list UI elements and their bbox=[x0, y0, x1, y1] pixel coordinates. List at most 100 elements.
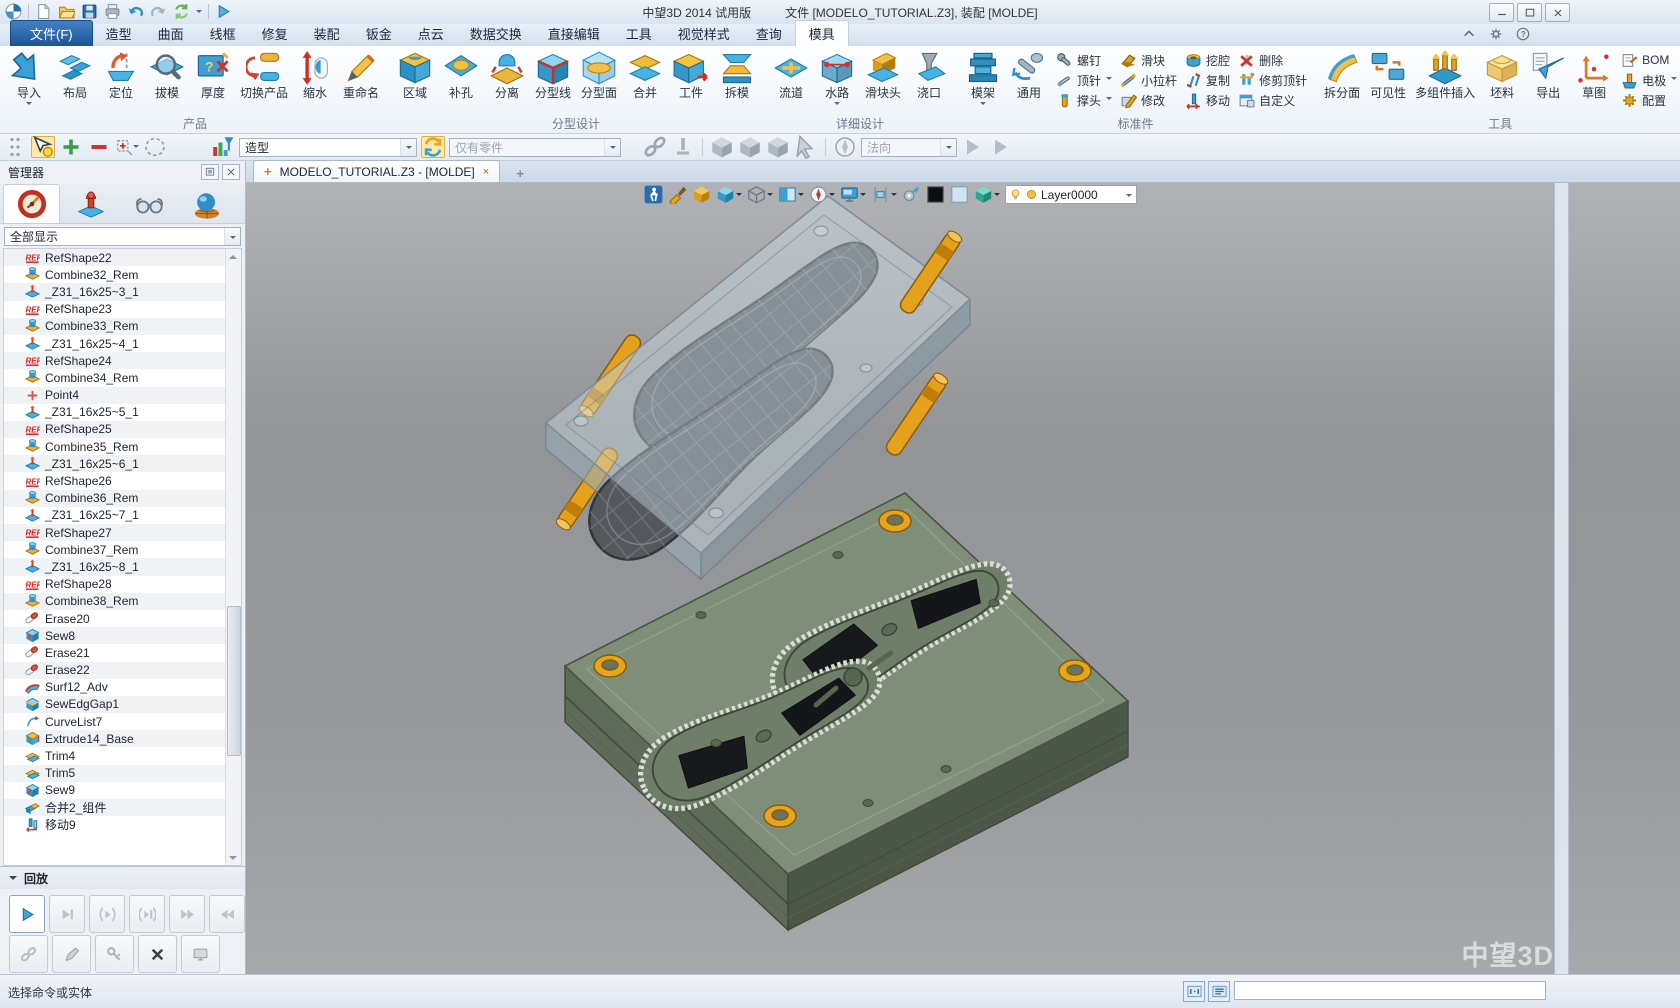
tree-item[interactable]: REFRefShape22 bbox=[4, 249, 241, 266]
tree-item[interactable]: Extrude14_Base bbox=[4, 730, 241, 747]
tree-item[interactable]: Combine37_Rem bbox=[4, 541, 241, 558]
tree-item[interactable]: Combine38_Rem bbox=[4, 593, 241, 610]
ribbon-button-config[interactable]: 配置 bbox=[1621, 91, 1677, 109]
layer-dropdown[interactable]: Layer0000 bbox=[1005, 185, 1137, 204]
open-folder-icon[interactable] bbox=[58, 3, 75, 20]
ratio-toggle[interactable] bbox=[1183, 981, 1205, 1002]
ribbon-button-split-mold[interactable]: 拆模 bbox=[714, 48, 760, 100]
ribbon-button-merge[interactable]: 合并 bbox=[622, 48, 668, 100]
tab-file[interactable]: 文件(F) bbox=[10, 20, 93, 46]
ribbon-button-parting-face[interactable]: 分型面 bbox=[576, 48, 622, 100]
ribbon-button-move[interactable]: 移动 bbox=[1185, 91, 1230, 109]
panel-close-button[interactable] bbox=[222, 164, 240, 180]
tab-曲面[interactable]: 曲面 bbox=[145, 21, 197, 46]
3d-viewport[interactable]: Layer0000 中望3D bbox=[246, 183, 1680, 975]
tree-item[interactable]: _Z31_16x25~5_1 bbox=[4, 404, 241, 421]
tab-close-icon[interactable]: × bbox=[483, 166, 489, 178]
replay-ff-button[interactable] bbox=[169, 895, 205, 933]
tree-item[interactable]: Sew8 bbox=[4, 627, 241, 644]
ribbon-button-rename[interactable]: 重命名 bbox=[338, 48, 384, 100]
ribbon-button-gate[interactable]: 浇口 bbox=[906, 48, 952, 100]
tree-item[interactable]: REFRefShape28 bbox=[4, 576, 241, 593]
ribbon-button-position[interactable]: 定位 bbox=[98, 48, 144, 100]
print-icon[interactable] bbox=[104, 3, 121, 20]
plus-button[interactable] bbox=[59, 136, 83, 158]
chain-button[interactable] bbox=[643, 136, 667, 158]
tree-item[interactable]: Trim5 bbox=[4, 765, 241, 782]
ribbon-button-support-pin[interactable]: 撑头 bbox=[1056, 91, 1112, 109]
tab-模具[interactable]: 模具 bbox=[795, 20, 849, 47]
chevron-down-icon[interactable] bbox=[196, 10, 202, 16]
cube-gray-button[interactable] bbox=[738, 136, 762, 158]
tab-线框[interactable]: 线框 bbox=[197, 21, 249, 46]
tree-item[interactable]: CurveList7 bbox=[4, 713, 241, 730]
ribbon-button-patch-hole[interactable]: 补孔 bbox=[438, 48, 484, 100]
replay-rew-button[interactable] bbox=[209, 895, 245, 933]
view-brush-button[interactable] bbox=[668, 185, 687, 204]
entity-filter-dropdown[interactable]: 造型 bbox=[239, 138, 417, 157]
lasso-button[interactable] bbox=[143, 136, 167, 158]
view-walk-button[interactable] bbox=[644, 185, 663, 204]
tab-点云[interactable]: 点云 bbox=[405, 21, 457, 46]
view-render-gear-button[interactable] bbox=[902, 185, 921, 204]
replay-step-button[interactable] bbox=[49, 895, 85, 933]
tree-item[interactable]: REFRefShape27 bbox=[4, 524, 241, 541]
arrow-gray-button[interactable] bbox=[989, 136, 1013, 158]
view-cube-gold-button[interactable] bbox=[692, 185, 711, 204]
replay-monitor-gray-button[interactable] bbox=[181, 935, 220, 973]
zw-logo-icon[interactable] bbox=[5, 3, 22, 20]
tree-item[interactable]: _Z31_16x25~7_1 bbox=[4, 507, 241, 524]
status-input[interactable] bbox=[1234, 981, 1546, 1000]
ribbon-button-switch-product[interactable]: 切换产品 bbox=[236, 48, 292, 100]
ribbon-button-visibility[interactable]: 可见性 bbox=[1365, 48, 1411, 100]
replay-play-button[interactable] bbox=[9, 895, 45, 933]
manager-tab-visual-ball[interactable] bbox=[179, 187, 234, 223]
ribbon-button-shrink[interactable]: 缩水 bbox=[292, 48, 338, 100]
ribbon-button-parting-line[interactable]: 分型线 bbox=[530, 48, 576, 100]
tab-数据交换[interactable]: 数据交换 bbox=[457, 21, 535, 46]
play-tri-icon[interactable] bbox=[215, 3, 232, 20]
ribbon-button-sketch[interactable]: 草图 bbox=[1571, 48, 1617, 100]
gear-icon[interactable] bbox=[1489, 27, 1503, 41]
tree-item[interactable]: Surf12_Adv bbox=[4, 679, 241, 696]
swap-button[interactable] bbox=[421, 136, 445, 158]
tree-item[interactable]: Sew9 bbox=[4, 782, 241, 799]
cursor-gray-button[interactable] bbox=[794, 136, 818, 158]
replay-play-paren-bar-button[interactable] bbox=[129, 895, 165, 933]
view-monitor-button[interactable] bbox=[840, 185, 866, 204]
ribbon-button-modify[interactable]: 修改 bbox=[1120, 91, 1177, 109]
tree-item[interactable]: 移动9 bbox=[4, 816, 241, 833]
tree-item[interactable]: Erase21 bbox=[4, 644, 241, 661]
highlight-pick-button[interactable] bbox=[31, 136, 55, 158]
win-max-button[interactable] bbox=[1517, 3, 1542, 22]
replay-key-button[interactable] bbox=[95, 935, 134, 973]
tab-直接编辑[interactable]: 直接编辑 bbox=[535, 21, 613, 46]
direction-dropdown[interactable]: 法向 bbox=[861, 138, 957, 157]
ribbon-button-screw[interactable]: 螺钉 bbox=[1056, 51, 1112, 69]
undo-icon[interactable] bbox=[127, 3, 144, 20]
replay-play-paren-button[interactable] bbox=[89, 895, 125, 933]
tree-item[interactable]: Combine32_Rem bbox=[4, 266, 241, 283]
ribbon-button-custom[interactable]: 自定义 bbox=[1238, 91, 1307, 109]
tab-钣金[interactable]: 钣金 bbox=[353, 21, 405, 46]
tree-item[interactable]: REFRefShape23 bbox=[4, 301, 241, 318]
ribbon-button-copy[interactable]: 复制 bbox=[1185, 71, 1230, 89]
ribbon-button-export[interactable]: 导出 bbox=[1525, 48, 1571, 100]
tree-item[interactable]: Combine35_Rem bbox=[4, 438, 241, 455]
win-min-button[interactable] bbox=[1489, 3, 1514, 22]
ribbon-button-tie-rod[interactable]: 小拉杆 bbox=[1120, 71, 1177, 89]
ribbon-button-delete[interactable]: 删除 bbox=[1238, 51, 1307, 69]
ribbon-button-waterline[interactable]: 水路 bbox=[814, 48, 860, 108]
filter-colors-button[interactable] bbox=[211, 136, 235, 158]
view-swatch-blue-button[interactable] bbox=[950, 185, 969, 204]
redo-icon[interactable] bbox=[150, 3, 167, 20]
tree-item[interactable]: _Z31_16x25~4_1 bbox=[4, 335, 241, 352]
ribbon-button-thickness[interactable]: ?厚度 bbox=[190, 48, 236, 100]
tree-item[interactable]: REFRefShape24 bbox=[4, 352, 241, 369]
ribbon-button-workpiece[interactable]: 工件 bbox=[668, 48, 714, 100]
ribbon-button-multi-insert[interactable]: 多组件插入 bbox=[1411, 48, 1479, 100]
ribbon-button-mold-base[interactable]: 模架 bbox=[960, 48, 1006, 108]
cube-gray-button[interactable] bbox=[766, 136, 790, 158]
view-swatch-black-button[interactable] bbox=[926, 185, 945, 204]
ribbon-button-import[interactable]: 导入 bbox=[6, 48, 52, 108]
